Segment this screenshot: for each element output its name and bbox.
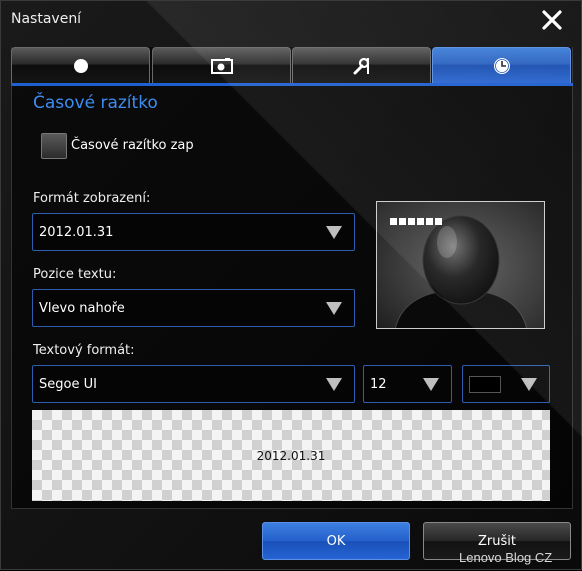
camera-icon bbox=[210, 57, 233, 74]
tab-timestamp[interactable] bbox=[432, 47, 571, 83]
text-format-label: Textový formát: bbox=[33, 343, 135, 358]
chevron-down-icon bbox=[326, 226, 342, 239]
chevron-down-icon bbox=[521, 378, 537, 391]
tab-camera[interactable] bbox=[152, 47, 291, 83]
preview-sample-text: 2012.01.31 bbox=[256, 448, 326, 463]
ok-button[interactable]: OK bbox=[262, 522, 410, 560]
circle-icon bbox=[73, 58, 88, 73]
tab-bar bbox=[11, 47, 573, 85]
font-size-select[interactable]: 12 bbox=[363, 365, 452, 403]
tab-underline bbox=[11, 83, 573, 86]
font-value: Segoe UI bbox=[39, 376, 97, 392]
text-preview-area: 2012.01.31 bbox=[32, 410, 550, 501]
font-color-swatch bbox=[469, 375, 501, 393]
chevron-down-icon bbox=[326, 302, 342, 315]
tools-icon bbox=[353, 57, 369, 74]
timestamp-checkbox-label: Časové razítko zap bbox=[71, 138, 194, 153]
chevron-down-icon bbox=[326, 378, 342, 391]
position-preview-image bbox=[376, 201, 545, 329]
settings-dialog: Nastavení Časové razítko Časové razítko … bbox=[0, 0, 582, 571]
close-button[interactable] bbox=[539, 7, 565, 33]
display-format-label: Formát zobrazení: bbox=[33, 191, 151, 206]
font-size-value: 12 bbox=[370, 376, 387, 392]
tab-tools[interactable] bbox=[292, 47, 431, 83]
chevron-down-icon bbox=[423, 378, 439, 391]
timestamp-checkbox[interactable] bbox=[41, 133, 67, 159]
window-title: Nastavení bbox=[11, 11, 82, 27]
section-title: Časové razítko bbox=[33, 93, 158, 113]
display-format-value: 2012.01.31 bbox=[39, 224, 114, 240]
person-silhouette-icon bbox=[377, 202, 544, 328]
display-format-select[interactable]: 2012.01.31 bbox=[32, 213, 355, 251]
font-select[interactable]: Segoe UI bbox=[32, 365, 355, 403]
clock-icon bbox=[493, 57, 510, 74]
text-position-value: Vlevo nahoře bbox=[39, 300, 125, 316]
text-position-label: Pozice textu: bbox=[33, 267, 117, 282]
text-position-select[interactable]: Vlevo nahoře bbox=[32, 289, 355, 327]
font-color-select[interactable] bbox=[462, 365, 550, 403]
tab-general[interactable] bbox=[11, 47, 150, 83]
close-icon bbox=[542, 10, 562, 30]
watermark-text: Lenovo Blog CZ bbox=[459, 550, 553, 565]
